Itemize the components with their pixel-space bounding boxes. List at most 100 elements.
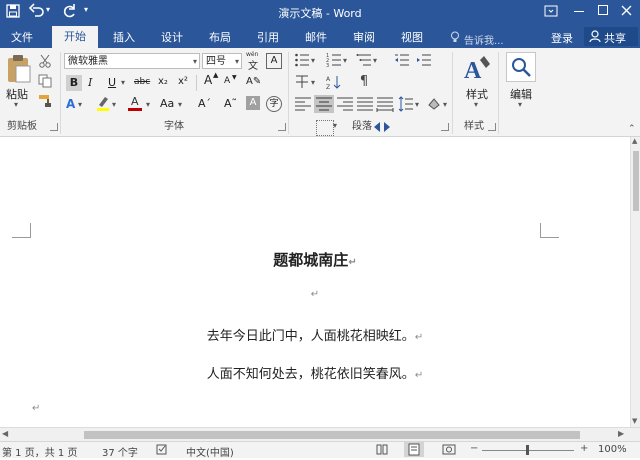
close-icon[interactable] <box>620 2 634 18</box>
find-icon[interactable] <box>506 52 536 82</box>
editing-dropdown-icon[interactable]: ▾ <box>518 100 522 109</box>
tab-view[interactable]: 视图 <box>392 28 432 48</box>
font-name-combo[interactable]: 微软雅黑 ▾ <box>64 53 200 69</box>
copy-icon[interactable] <box>38 74 52 88</box>
minimize-icon[interactable] <box>574 11 584 12</box>
subscript-button[interactable]: x₂ <box>158 76 168 87</box>
web-layout-icon[interactable] <box>442 444 456 455</box>
line-spacing-icon[interactable] <box>398 96 414 112</box>
scroll-up-icon[interactable]: ▲ <box>632 137 637 145</box>
align-right-icon[interactable] <box>336 96 354 112</box>
change-case-dropdown-icon[interactable]: ▾ <box>178 100 182 109</box>
align-left-icon[interactable] <box>294 96 312 112</box>
sign-in-link[interactable]: 登录 <box>551 30 573 46</box>
paragraph-launcher-icon[interactable] <box>441 123 449 131</box>
decrease-indent-icon[interactable] <box>394 52 410 68</box>
clipboard-launcher-icon[interactable] <box>50 123 58 131</box>
text-shadow-icon[interactable]: A˜ <box>224 97 237 110</box>
sort-icon[interactable]: AZ <box>326 74 342 91</box>
horizontal-scroll-thumb[interactable] <box>84 431 580 439</box>
text-effects-dropdown-icon[interactable]: ▾ <box>78 100 82 109</box>
multilevel-dropdown-icon[interactable]: ▾ <box>373 56 377 65</box>
strikethrough-button[interactable]: abc <box>134 77 150 87</box>
numbering-dropdown-icon[interactable]: ▾ <box>343 56 347 65</box>
scroll-left-icon[interactable]: ◀ <box>2 429 8 438</box>
font-color-dropdown-icon[interactable]: ▾ <box>146 100 150 109</box>
vertical-scrollbar[interactable]: ▲ ▼ <box>630 137 640 427</box>
document-title[interactable]: 题都城南庄↵ <box>0 249 630 270</box>
highlight-dropdown-icon[interactable]: ▾ <box>112 100 116 109</box>
shading-icon[interactable] <box>426 96 442 112</box>
scroll-down-icon[interactable]: ▼ <box>632 417 637 425</box>
collapse-ribbon-icon[interactable]: ⌃ <box>628 124 636 134</box>
poem-line[interactable]: 去年今日此门中，人面桃花相映红。↵ <box>0 325 630 344</box>
bullets-dropdown-icon[interactable]: ▾ <box>311 56 315 65</box>
shrink-font-button[interactable]: A <box>224 76 230 86</box>
text-effects-icon[interactable]: A <box>66 97 75 111</box>
show-marks-icon[interactable]: ¶ <box>356 74 372 90</box>
horizontal-scrollbar[interactable]: ◀ ▶ <box>0 427 640 442</box>
multilevel-list-icon[interactable] <box>356 52 372 68</box>
tab-mailings[interactable]: 邮件 <box>296 28 336 48</box>
superscript-button[interactable]: x² <box>178 76 188 87</box>
line-spacing-dropdown-icon[interactable]: ▾ <box>415 100 419 109</box>
font-size-combo[interactable]: 四号 ▾ <box>202 53 242 69</box>
zoom-slider-thumb[interactable] <box>526 445 529 455</box>
increase-indent-icon[interactable] <box>416 52 432 68</box>
styles-dropdown-icon[interactable]: ▾ <box>474 100 478 109</box>
underline-dropdown-icon[interactable]: ▾ <box>121 78 125 87</box>
tab-layout[interactable]: 布局 <box>200 28 240 48</box>
justify-icon[interactable] <box>356 96 374 112</box>
numbering-icon[interactable]: 123 <box>326 52 342 69</box>
character-border-icon[interactable]: A <box>266 53 282 69</box>
tab-review[interactable]: 审阅 <box>344 28 384 48</box>
styles-launcher-icon[interactable] <box>488 123 496 131</box>
bullets-icon[interactable] <box>294 52 310 68</box>
document-page[interactable]: 题都城南庄↵ ↵ 去年今日此门中，人面桃花相映红。↵ 人面不知何处去，桃花依旧笑… <box>0 137 630 427</box>
asian-layout-dropdown-icon[interactable]: ▾ <box>311 78 315 87</box>
styles-gallery-icon[interactable]: A <box>462 54 492 84</box>
distributed-icon[interactable] <box>376 96 394 112</box>
print-layout-button[interactable] <box>404 442 424 457</box>
tab-file[interactable]: 文件 <box>0 28 44 48</box>
clear-formatting-icon[interactable]: A✎ <box>246 76 261 87</box>
proofing-icon[interactable] <box>156 444 170 455</box>
margin-corner-mark <box>540 223 559 238</box>
tab-design[interactable]: 设计 <box>152 28 192 48</box>
font-launcher-icon[interactable] <box>278 123 286 131</box>
title-text: 题都城南庄 <box>273 251 349 269</box>
bold-button[interactable]: B <box>66 75 82 91</box>
scroll-right-icon[interactable]: ▶ <box>618 429 624 438</box>
tab-references[interactable]: 引用 <box>248 28 288 48</box>
paste-icon[interactable] <box>6 54 32 84</box>
enclose-characters-icon[interactable]: 字 <box>266 96 282 112</box>
underline-button[interactable]: U <box>108 76 116 89</box>
grow-font-button[interactable]: A <box>204 73 212 87</box>
asian-layout-icon[interactable] <box>294 74 310 90</box>
text-outline-icon[interactable]: Aˊ <box>198 97 211 110</box>
poem-line[interactable]: 人面不知何处去，桃花依旧笑春风。↵ <box>0 363 630 382</box>
empty-paragraph[interactable]: ↵ <box>0 289 630 300</box>
font-color-icon[interactable]: A <box>128 95 142 111</box>
zoom-out-icon[interactable]: − <box>470 443 478 454</box>
tell-me-input[interactable]: 告诉我... <box>464 32 504 47</box>
ribbon-display-icon[interactable] <box>544 4 558 18</box>
restore-icon[interactable] <box>598 5 608 15</box>
tab-home[interactable]: 开始 <box>52 26 98 48</box>
italic-button[interactable]: I <box>88 76 92 89</box>
tab-insert[interactable]: 插入 <box>104 28 144 48</box>
highlight-icon[interactable] <box>96 95 110 111</box>
share-button[interactable]: 共享 <box>584 27 638 46</box>
zoom-level[interactable]: 100% <box>598 444 627 455</box>
read-mode-icon[interactable] <box>376 444 388 455</box>
vertical-scroll-thumb[interactable] <box>633 151 639 211</box>
character-shading-icon[interactable]: A <box>246 96 260 110</box>
cut-icon[interactable] <box>38 54 52 68</box>
phonetic-guide-icon[interactable]: wén 文 <box>246 51 262 72</box>
change-case-button[interactable]: Aa <box>160 97 174 110</box>
align-center-button[interactable] <box>314 95 334 113</box>
paste-dropdown-icon[interactable]: ▾ <box>14 100 18 109</box>
format-painter-icon[interactable] <box>38 94 54 108</box>
shading-dropdown-icon[interactable]: ▾ <box>443 100 447 109</box>
zoom-in-icon[interactable]: + <box>580 443 588 454</box>
